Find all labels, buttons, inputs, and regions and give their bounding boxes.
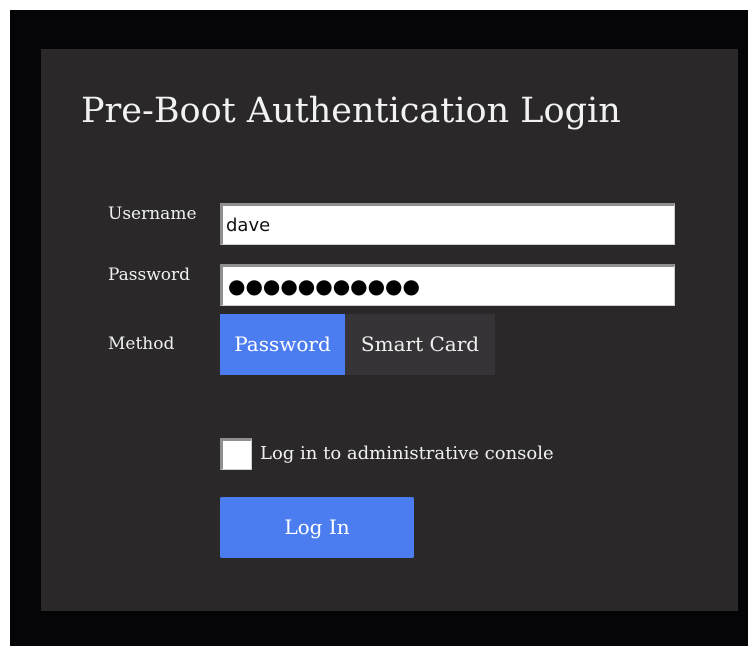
login-panel: Pre-Boot Authentication Login Username P… [41,49,738,611]
screen-background: Pre-Boot Authentication Login Username P… [10,10,748,646]
password-field[interactable]: ●●●●●●●●●●● [220,264,675,306]
username-field[interactable] [220,203,675,245]
login-button[interactable]: Log In [220,497,414,558]
page-title: Pre-Boot Authentication Login [81,91,621,131]
method-option-password[interactable]: Password [220,314,345,375]
password-label: Password [108,265,191,285]
method-label: Method [108,334,175,354]
password-mask: ●●●●●●●●●●● [228,274,420,298]
method-option-smart-card[interactable]: Smart Card [345,314,495,375]
username-label: Username [108,204,197,224]
admin-console-label[interactable]: Log in to administrative console [260,442,554,466]
admin-console-checkbox[interactable] [220,438,252,470]
